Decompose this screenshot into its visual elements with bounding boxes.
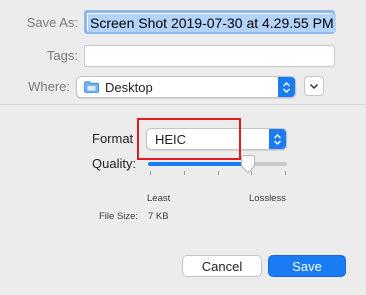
folder-icon <box>84 81 99 93</box>
slider-thumb[interactable] <box>240 155 256 174</box>
quality-min-label: Least <box>147 193 171 204</box>
file-size-value: 7 KB <box>148 211 169 222</box>
save-as-text: Screen Shot 2019-07-30 at 4.29.55 PM <box>88 14 336 32</box>
tags-label: Tags: <box>46 48 78 63</box>
save-as-label: Save As: <box>26 15 78 30</box>
slider-tick <box>285 171 286 175</box>
where-label: Where: <box>28 79 70 94</box>
quality-slider[interactable] <box>148 162 287 166</box>
slider-tick <box>183 171 185 175</box>
annotation-highlight-box <box>137 118 241 160</box>
quality-label: Quality: <box>92 156 137 171</box>
updown-chevron-icon <box>278 77 295 97</box>
quality-max-label: Lossless <box>249 193 286 204</box>
divider <box>0 104 366 105</box>
tags-field[interactable] <box>84 45 335 67</box>
slider-tick <box>150 171 151 175</box>
save-as-field[interactable]: Screen Shot 2019-07-30 at 4.29.55 PM <box>84 10 336 34</box>
where-popup[interactable]: Desktop <box>76 76 296 98</box>
quality-slider-fill <box>148 162 249 166</box>
format-label: Format <box>92 131 134 146</box>
chevron-down-icon <box>309 83 319 89</box>
expand-button[interactable] <box>304 76 324 96</box>
save-button[interactable]: Save <box>268 255 346 277</box>
slider-tick <box>217 171 219 175</box>
cancel-button[interactable]: Cancel <box>182 255 262 277</box>
where-value: Desktop <box>105 80 153 95</box>
file-size-label: File Size: <box>99 211 139 222</box>
updown-chevron-icon <box>269 129 286 149</box>
